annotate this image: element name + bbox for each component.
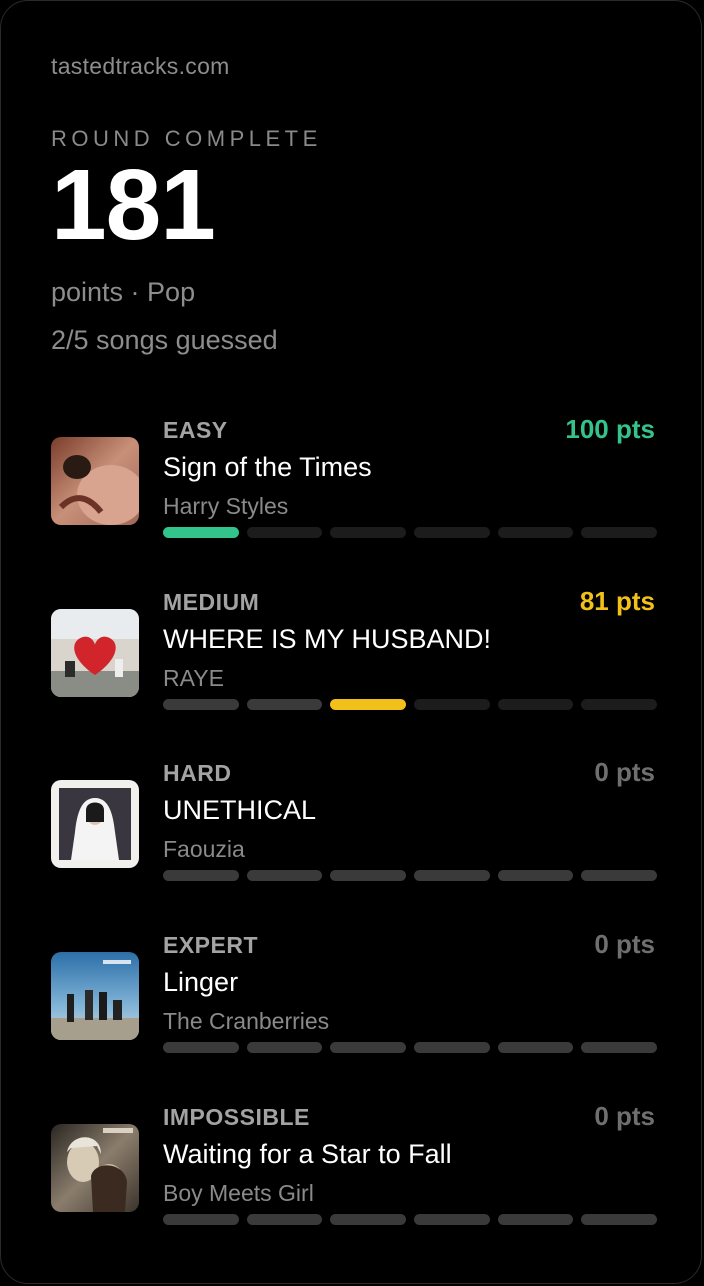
album-cover-boy-meets-girl	[51, 1124, 139, 1212]
attempt-segment	[246, 1214, 323, 1225]
attempt-segment	[414, 527, 490, 538]
difficulty-label: EASY	[163, 417, 228, 443]
attempt-segment	[414, 1214, 490, 1225]
attempt-segment	[581, 1214, 658, 1225]
song-title: Sign of the Times	[163, 452, 372, 482]
album-cover-raye	[51, 609, 139, 697]
song-title: Waiting for a Star to Fall	[163, 1139, 452, 1169]
attempt-segment	[497, 699, 574, 710]
attempt-segment	[163, 1042, 239, 1053]
song-row[interactable]: HARD 0 pts UNETHICAL Faouzia	[1, 757, 703, 932]
points-earned: 0 pts	[594, 929, 655, 959]
song-title: WHERE IS MY HUSBAND!	[163, 624, 492, 654]
attempt-segment	[163, 699, 239, 710]
attempt-progress	[163, 699, 658, 710]
attempt-segment	[497, 870, 574, 881]
difficulty-label: EXPERT	[163, 932, 259, 958]
song-row[interactable]: EXPERT 0 pts Linger The Cranberries	[1, 929, 703, 1104]
album-cover-cranberries	[51, 952, 139, 1040]
attempt-segment	[330, 699, 407, 710]
attempt-progress	[163, 527, 658, 538]
song-artist: Boy Meets Girl	[163, 1180, 314, 1206]
song-artist: Faouzia	[163, 836, 245, 862]
song-title: Linger	[163, 967, 239, 997]
attempt-segment	[330, 527, 407, 538]
song-artist: The Cranberries	[163, 1008, 330, 1034]
song-artist: Harry Styles	[163, 493, 289, 519]
attempt-segment	[581, 870, 658, 881]
attempt-segment	[581, 527, 658, 538]
attempt-segment	[330, 870, 407, 881]
attempt-segment	[414, 699, 490, 710]
attempt-segment	[163, 1214, 239, 1225]
song-title: UNETHICAL	[163, 795, 317, 825]
attempt-segment	[497, 1042, 574, 1053]
total-score: 181	[51, 149, 216, 261]
attempt-segment	[330, 1042, 407, 1053]
album-cover-harry-styles	[51, 437, 139, 525]
album-cover-faouzia	[51, 780, 139, 868]
attempt-segment	[581, 1042, 658, 1053]
difficulty-label: MEDIUM	[163, 589, 260, 615]
attempt-segment	[330, 1214, 407, 1225]
attempt-segment	[497, 1214, 574, 1225]
points-earned: 0 pts	[594, 1101, 655, 1131]
songs-guessed-count: 2/5 songs guessed	[51, 325, 278, 355]
attempt-segment	[246, 870, 323, 881]
site-url[interactable]: tastedtracks.com	[51, 53, 230, 80]
score-meta: points · Pop	[51, 277, 196, 307]
round-summary-card: tastedtracks.com ROUND COMPLETE 181 poin…	[0, 0, 702, 1284]
difficulty-label: HARD	[163, 760, 232, 786]
attempt-segment	[414, 1042, 490, 1053]
attempt-progress	[163, 870, 658, 881]
attempt-segment	[246, 1042, 323, 1053]
song-row[interactable]: EASY 100 pts Sign of the Times Harry Sty…	[1, 414, 703, 589]
song-row[interactable]: MEDIUM 81 pts WHERE IS MY HUSBAND! RAYE	[1, 586, 703, 761]
attempt-segment	[246, 527, 323, 538]
attempt-segment	[497, 527, 574, 538]
attempt-progress	[163, 1214, 658, 1225]
attempt-segment	[581, 699, 658, 710]
attempt-segment	[414, 870, 490, 881]
song-artist: RAYE	[163, 665, 224, 691]
points-earned: 0 pts	[594, 757, 655, 787]
attempt-segment	[246, 699, 323, 710]
difficulty-label: IMPOSSIBLE	[163, 1104, 310, 1130]
attempt-segment	[163, 527, 239, 538]
attempt-segment	[163, 870, 239, 881]
points-earned: 81 pts	[579, 586, 655, 616]
song-row[interactable]: IMPOSSIBLE 0 pts Waiting for a Star to F…	[1, 1101, 703, 1276]
points-earned: 100 pts	[565, 414, 655, 444]
attempt-progress	[163, 1042, 658, 1053]
